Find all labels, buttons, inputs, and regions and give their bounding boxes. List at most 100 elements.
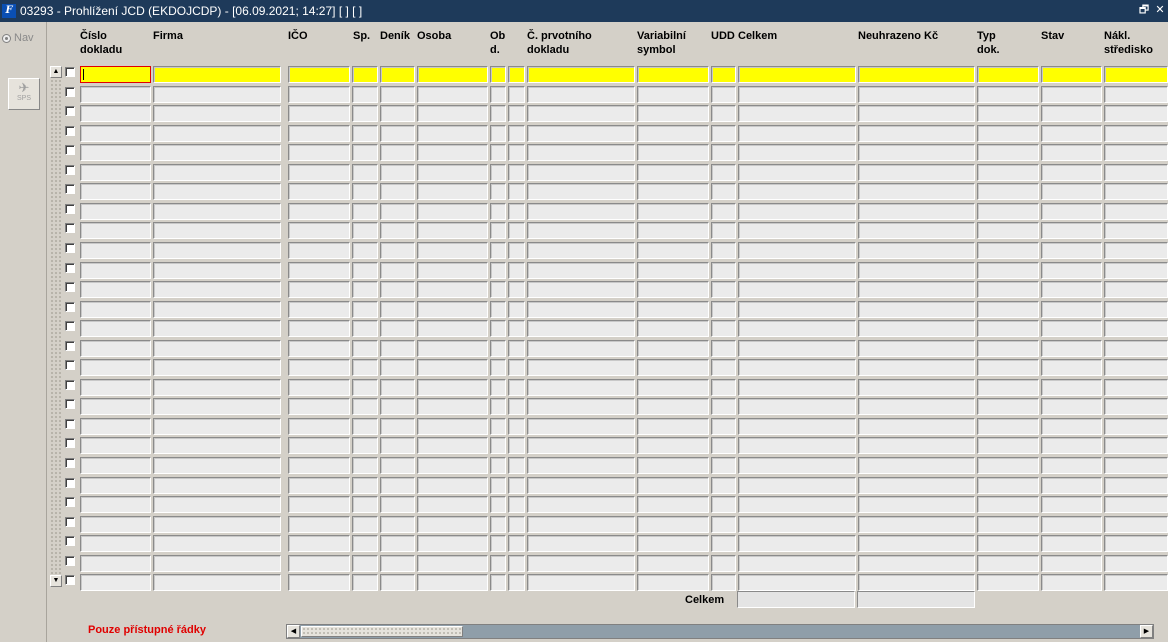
cell-sp[interactable] bbox=[352, 496, 378, 514]
cell-sp[interactable] bbox=[352, 554, 378, 572]
cell-obd[interactable] bbox=[490, 300, 506, 318]
cell-typ-dok[interactable] bbox=[977, 476, 1039, 494]
cell-nakl-strediskova[interactable] bbox=[1104, 300, 1168, 318]
cell-c-prvotniho-dokladu[interactable] bbox=[527, 437, 635, 455]
cell-stav[interactable] bbox=[1041, 515, 1102, 533]
column-header-typ-dok[interactable]: Typ dok. bbox=[977, 29, 1000, 57]
cell-denik[interactable] bbox=[380, 66, 415, 83]
cell-c-prvotniho-dokladu[interactable] bbox=[527, 339, 635, 357]
table-row[interactable] bbox=[48, 84, 1168, 104]
cell-stav[interactable] bbox=[1041, 163, 1102, 181]
cell-sp[interactable] bbox=[352, 105, 378, 123]
cell-sp[interactable] bbox=[352, 359, 378, 377]
row-select-checkbox[interactable] bbox=[65, 516, 75, 527]
cell-ico[interactable] bbox=[288, 300, 350, 318]
cell-firma[interactable] bbox=[153, 300, 281, 318]
column-header-nakl-strediskova[interactable]: Nákl. středisko bbox=[1104, 29, 1153, 57]
cell-osoba[interactable] bbox=[417, 241, 488, 259]
table-row[interactable] bbox=[48, 64, 1168, 84]
cell-variabilni-symbol[interactable] bbox=[637, 496, 709, 514]
cell-sp[interactable] bbox=[352, 417, 378, 435]
cell-typ-dok[interactable] bbox=[977, 457, 1039, 474]
cell-osoba[interactable] bbox=[417, 515, 488, 533]
cell-neuhrazeno-kc[interactable] bbox=[858, 554, 975, 572]
column-header-sp[interactable]: Sp. bbox=[353, 29, 370, 43]
column-header-firma[interactable]: Firma bbox=[153, 29, 183, 43]
cell-variabilni-symbol[interactable] bbox=[637, 515, 709, 533]
cell-neuhrazeno-kc[interactable] bbox=[858, 241, 975, 259]
cell-stav[interactable] bbox=[1041, 535, 1102, 553]
column-header-osoba[interactable]: Osoba bbox=[417, 29, 451, 43]
cell-neuhrazeno-kc[interactable] bbox=[858, 378, 975, 396]
cell-osoba[interactable] bbox=[417, 300, 488, 318]
cell-firma[interactable] bbox=[153, 496, 281, 514]
cell-ico[interactable] bbox=[288, 378, 350, 396]
cell-stav[interactable] bbox=[1041, 398, 1102, 416]
cell-firma[interactable] bbox=[153, 85, 281, 103]
cell-variabilni-symbol[interactable] bbox=[637, 124, 709, 142]
row-select-checkbox[interactable] bbox=[65, 536, 75, 547]
cell-stav[interactable] bbox=[1041, 437, 1102, 455]
cell-stav[interactable] bbox=[1041, 378, 1102, 396]
cell-firma[interactable] bbox=[153, 222, 281, 240]
cell-variabilni-symbol[interactable] bbox=[637, 85, 709, 103]
cell-udd[interactable] bbox=[711, 281, 736, 299]
scroll-left-icon[interactable]: ◀ bbox=[287, 625, 300, 638]
cell-sp[interactable] bbox=[352, 281, 378, 299]
table-row[interactable] bbox=[48, 181, 1168, 201]
table-row[interactable] bbox=[48, 103, 1168, 123]
cell-obd[interactable] bbox=[490, 320, 506, 338]
cell-denik[interactable] bbox=[380, 339, 415, 357]
cell-nakl-strediskova[interactable] bbox=[1104, 85, 1168, 103]
cell-celkem[interactable] bbox=[738, 66, 856, 83]
cell-cislo-dokladu[interactable] bbox=[80, 554, 151, 572]
cell-osoba[interactable] bbox=[417, 359, 488, 377]
cell-obd[interactable] bbox=[490, 202, 506, 220]
cell-variabilni-symbol[interactable] bbox=[637, 378, 709, 396]
row-select-checkbox[interactable] bbox=[65, 575, 75, 586]
cell-c-prvotniho-dokladu[interactable] bbox=[527, 144, 635, 162]
cell-sp[interactable] bbox=[352, 535, 378, 553]
cell-typ-dok[interactable] bbox=[977, 515, 1039, 533]
cell-nakl-strediskova[interactable] bbox=[1104, 417, 1168, 435]
row-select-checkbox[interactable] bbox=[65, 418, 75, 429]
row-select-checkbox[interactable] bbox=[65, 360, 75, 371]
cell-osoba[interactable] bbox=[417, 457, 488, 474]
cell-typ-dok[interactable] bbox=[977, 359, 1039, 377]
row-select-checkbox[interactable] bbox=[65, 497, 75, 508]
cell-denik[interactable] bbox=[380, 300, 415, 318]
column-header-ico[interactable]: IČO bbox=[288, 29, 308, 43]
cell-stav[interactable] bbox=[1041, 417, 1102, 435]
scrollbar-thumb[interactable] bbox=[301, 626, 463, 637]
cell-c-prvotniho-dokladu[interactable] bbox=[527, 300, 635, 318]
cell-obd[interactable] bbox=[490, 105, 506, 123]
cell-nakl-strediskova[interactable] bbox=[1104, 476, 1168, 494]
cell-osoba[interactable] bbox=[417, 222, 488, 240]
cell-sp[interactable] bbox=[352, 300, 378, 318]
cell-sp[interactable] bbox=[352, 476, 378, 494]
cell-variabilni-symbol[interactable] bbox=[637, 300, 709, 318]
cell-typ-dok[interactable] bbox=[977, 85, 1039, 103]
cell-udd[interactable] bbox=[711, 398, 736, 416]
cell-celkem[interactable] bbox=[738, 378, 856, 396]
cell-neuhrazeno-kc[interactable] bbox=[858, 496, 975, 514]
cell-c-prvotniho-dokladu[interactable] bbox=[527, 66, 635, 83]
cell-cislo-dokladu[interactable] bbox=[80, 183, 151, 201]
cell-firma[interactable] bbox=[153, 339, 281, 357]
cell-firma[interactable] bbox=[153, 124, 281, 142]
cell-obd[interactable] bbox=[490, 554, 506, 572]
row-select-checkbox[interactable] bbox=[65, 458, 75, 468]
cell-neuhrazeno-kc[interactable] bbox=[858, 320, 975, 338]
cell-stav[interactable] bbox=[1041, 281, 1102, 299]
cell-extra[interactable] bbox=[508, 457, 525, 474]
cell-sp[interactable] bbox=[352, 222, 378, 240]
cell-c-prvotniho-dokladu[interactable] bbox=[527, 163, 635, 181]
cell-obd[interactable] bbox=[490, 417, 506, 435]
cell-neuhrazeno-kc[interactable] bbox=[858, 535, 975, 553]
cell-stav[interactable] bbox=[1041, 359, 1102, 377]
cell-cislo-dokladu[interactable] bbox=[80, 320, 151, 338]
cell-firma[interactable] bbox=[153, 476, 281, 494]
cell-osoba[interactable] bbox=[417, 163, 488, 181]
cell-denik[interactable] bbox=[380, 437, 415, 455]
cell-sp[interactable] bbox=[352, 163, 378, 181]
